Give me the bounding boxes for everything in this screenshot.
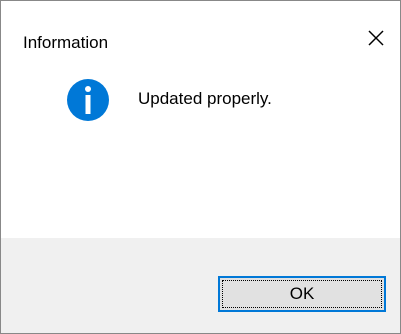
window-title: Information — [23, 33, 109, 52]
title-bar: Information — [1, 1, 400, 59]
info-icon — [67, 79, 109, 121]
message-dialog: Information Updated properly. OK — [0, 0, 401, 334]
ok-button-label: OK — [289, 284, 315, 303]
dialog-content — [1, 59, 400, 237]
close-button[interactable] — [356, 23, 396, 53]
ok-button[interactable]: OK — [218, 276, 386, 312]
dialog-message: Updated properly. — [138, 89, 272, 108]
close-icon — [368, 30, 384, 46]
